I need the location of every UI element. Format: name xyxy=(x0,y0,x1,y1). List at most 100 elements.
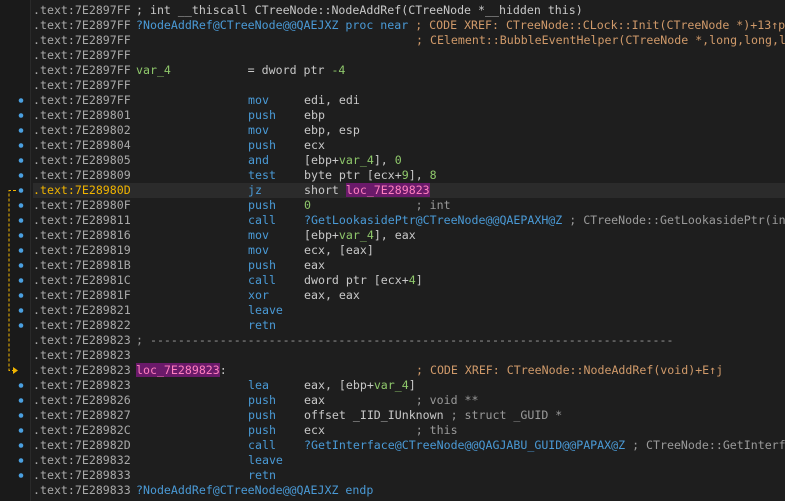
code-line[interactable]: .text:7E289804 push ecx xyxy=(33,138,785,153)
line-address: .text:7E289819 xyxy=(33,243,131,257)
code-line[interactable]: .text:7E2897FF ; int __thiscall CTreeNode… xyxy=(33,3,785,18)
code-line[interactable]: .text:7E2897FF var_4 = dword ptr -4 xyxy=(33,63,785,78)
code-line[interactable]: .text:7E289826 push eax ; void ** xyxy=(33,393,785,408)
label-token[interactable]: loc_7E289823 xyxy=(136,363,220,377)
operand-token: ], xyxy=(408,168,430,182)
code-line[interactable]: .text:7E289823 ; ------------------------… xyxy=(33,333,785,348)
disassembly-listing[interactable]: .text:7E2897FF ; int __thiscall CTreeNode… xyxy=(33,3,785,498)
operand-token: [ebp+ xyxy=(304,153,339,167)
code-line[interactable]: .text:7E289822 retn xyxy=(33,318,785,333)
code-line[interactable]: .text:7E289833 ?NodeAddRef@CTreeNode@@QAE… xyxy=(33,483,785,498)
code-line[interactable]: .text:7E2897FF xyxy=(33,78,785,93)
code-line[interactable]: .text:7E289821 leave xyxy=(33,303,785,318)
operand-token[interactable]: loc_7E289823 xyxy=(345,183,430,197)
instruction-operands: eax xyxy=(304,258,325,273)
operand-token: byte ptr [ecx+ xyxy=(304,168,402,182)
operand-token[interactable]: ?GetLookasidePtr@CTreeNode@@QAEPAXH@Z xyxy=(304,213,562,227)
label-token[interactable]: ?NodeAddRef@CTreeNode@@QAEJXZ proc near xyxy=(136,18,408,32)
code-line[interactable]: .text:7E289811 call ?GetLookasidePtr@CTree… xyxy=(33,213,785,228)
code-line[interactable]: .text:7E289823 xyxy=(33,348,785,363)
operand-token: dword ptr [ecx+ xyxy=(304,273,409,287)
code-line[interactable]: .text:7E2897FF ; CElement::BubbleEventHel… xyxy=(33,33,785,48)
label-token[interactable]: ?NodeAddRef@CTreeNode@@QAEJXZ endp xyxy=(136,483,373,497)
breakpoint-dot-icon[interactable] xyxy=(18,248,24,253)
line-label: ?NodeAddRef@CTreeNode@@QAEJXZ proc near … xyxy=(136,18,785,33)
code-line[interactable]: .text:7E28982C push ecx ; this xyxy=(33,423,785,438)
code-line[interactable]: .text:7E289805 and [ebp+var_4], 0 xyxy=(33,153,785,168)
breakpoint-dot-icon[interactable] xyxy=(18,293,24,298)
code-line[interactable]: .text:7E28980D jz short loc_7E289823 xyxy=(33,183,785,198)
instruction-operands: short loc_7E289823 xyxy=(304,183,430,198)
code-line[interactable]: .text:7E28981C call dword ptr [ecx+4] xyxy=(33,273,785,288)
operand-token: short xyxy=(304,183,346,197)
operand-token: ; struct _GUID * xyxy=(443,408,563,422)
line-address: .text:7E2897FF xyxy=(33,93,131,107)
breakpoint-dot-icon[interactable] xyxy=(18,458,24,463)
breakpoint-dot-icon[interactable] xyxy=(18,308,24,313)
breakpoint-dot-icon[interactable] xyxy=(18,233,24,238)
breakpoint-dot-icon[interactable] xyxy=(18,473,24,478)
instruction-mnemonic: call xyxy=(248,438,276,452)
code-line[interactable]: .text:7E2897FF ?NodeAddRef@CTreeNode@@QAE… xyxy=(33,18,785,33)
instruction-operands: [ebp+var_4], eax xyxy=(304,228,416,243)
breakpoint-dot-icon[interactable] xyxy=(18,113,24,118)
code-line[interactable]: .text:7E289823 loc_7E289823: ; CODE XREF: … xyxy=(33,363,785,378)
code-line[interactable]: .text:7E289816 mov [ebp+var_4], eax xyxy=(33,228,785,243)
line-address: .text:7E28981F xyxy=(33,288,131,302)
instruction-mnemonic: mov xyxy=(248,123,269,137)
operand-token: ebp, esp xyxy=(304,123,360,137)
jump-arrow-line xyxy=(8,190,16,371)
line-address: .text:7E289827 xyxy=(33,408,131,422)
breakpoint-dot-icon[interactable] xyxy=(18,398,24,403)
operand-token: eax xyxy=(304,258,325,272)
operand-token: ], xyxy=(373,153,395,167)
line-label: loc_7E289823: xyxy=(136,363,227,378)
code-line[interactable]: .text:7E2897FF xyxy=(33,48,785,63)
line-address: .text:7E289811 xyxy=(33,213,131,227)
breakpoint-dot-icon[interactable] xyxy=(18,128,24,133)
code-line[interactable]: .text:7E28980F push 0 ; int xyxy=(33,198,785,213)
instruction-mnemonic: push xyxy=(248,423,276,437)
operand-token: eax, eax xyxy=(304,288,360,302)
code-line[interactable]: .text:7E289823 lea eax, [ebp+var_4] xyxy=(33,378,785,393)
breakpoint-dot-icon[interactable] xyxy=(18,98,24,103)
code-line[interactable]: .text:7E289819 mov ecx, [eax] xyxy=(33,243,785,258)
line-address: .text:7E289822 xyxy=(33,318,131,332)
operand-token: ; int xyxy=(310,198,451,212)
operand-token[interactable]: ?GetInterface@CTreeNode@@QAGJABU_GUID@@P… xyxy=(304,438,625,452)
code-line[interactable]: .text:7E289833 retn xyxy=(33,468,785,483)
breakpoint-dot-icon[interactable] xyxy=(18,443,24,448)
breakpoint-dot-icon[interactable] xyxy=(18,263,24,268)
code-line[interactable]: .text:7E289802 mov ebp, esp xyxy=(33,123,785,138)
instruction-operands: ecx ; this xyxy=(304,423,458,438)
breakpoint-dot-icon[interactable] xyxy=(18,323,24,328)
code-line[interactable]: .text:7E289809 test byte ptr [ecx+9], 8 xyxy=(33,168,785,183)
code-line[interactable]: .text:7E289801 push ebp xyxy=(33,108,785,123)
breakpoint-dot-icon[interactable] xyxy=(18,428,24,433)
line-address: .text:7E289801 xyxy=(33,108,131,122)
operand-token: ] xyxy=(408,378,416,392)
instruction-mnemonic: xor xyxy=(248,288,269,302)
breakpoint-dot-icon[interactable] xyxy=(18,143,24,148)
operand-token: 9 xyxy=(401,168,409,182)
operand-token: ; this xyxy=(324,423,458,437)
instruction-operands: ebp xyxy=(304,108,325,123)
code-line[interactable]: .text:7E289827 push offset _IID_IUnknown ;… xyxy=(33,408,785,423)
breakpoint-dot-icon[interactable] xyxy=(18,158,24,163)
code-line[interactable]: .text:7E289832 leave xyxy=(33,453,785,468)
code-line[interactable]: .text:7E28981F xor eax, eax xyxy=(33,288,785,303)
code-line[interactable]: .text:7E28981B push eax xyxy=(33,258,785,273)
code-line[interactable]: .text:7E28982D call ?GetInterface@CTreeNod… xyxy=(33,438,785,453)
breakpoint-dot-icon[interactable] xyxy=(18,218,24,223)
breakpoint-dot-icon[interactable] xyxy=(18,173,24,178)
breakpoint-dot-icon[interactable] xyxy=(18,383,24,388)
breakpoint-dot-icon[interactable] xyxy=(18,278,24,283)
instruction-mnemonic: test xyxy=(248,168,276,182)
code-line[interactable]: .text:7E2897FF mov edi, edi xyxy=(33,93,785,108)
breakpoint-dot-icon[interactable] xyxy=(18,188,24,193)
operand-token: ecx xyxy=(304,423,325,437)
breakpoint-dot-icon[interactable] xyxy=(18,203,24,208)
line-address: .text:7E2897FF xyxy=(33,63,131,77)
breakpoint-dot-icon[interactable] xyxy=(18,413,24,418)
line-address: .text:7E289823 xyxy=(33,363,131,377)
